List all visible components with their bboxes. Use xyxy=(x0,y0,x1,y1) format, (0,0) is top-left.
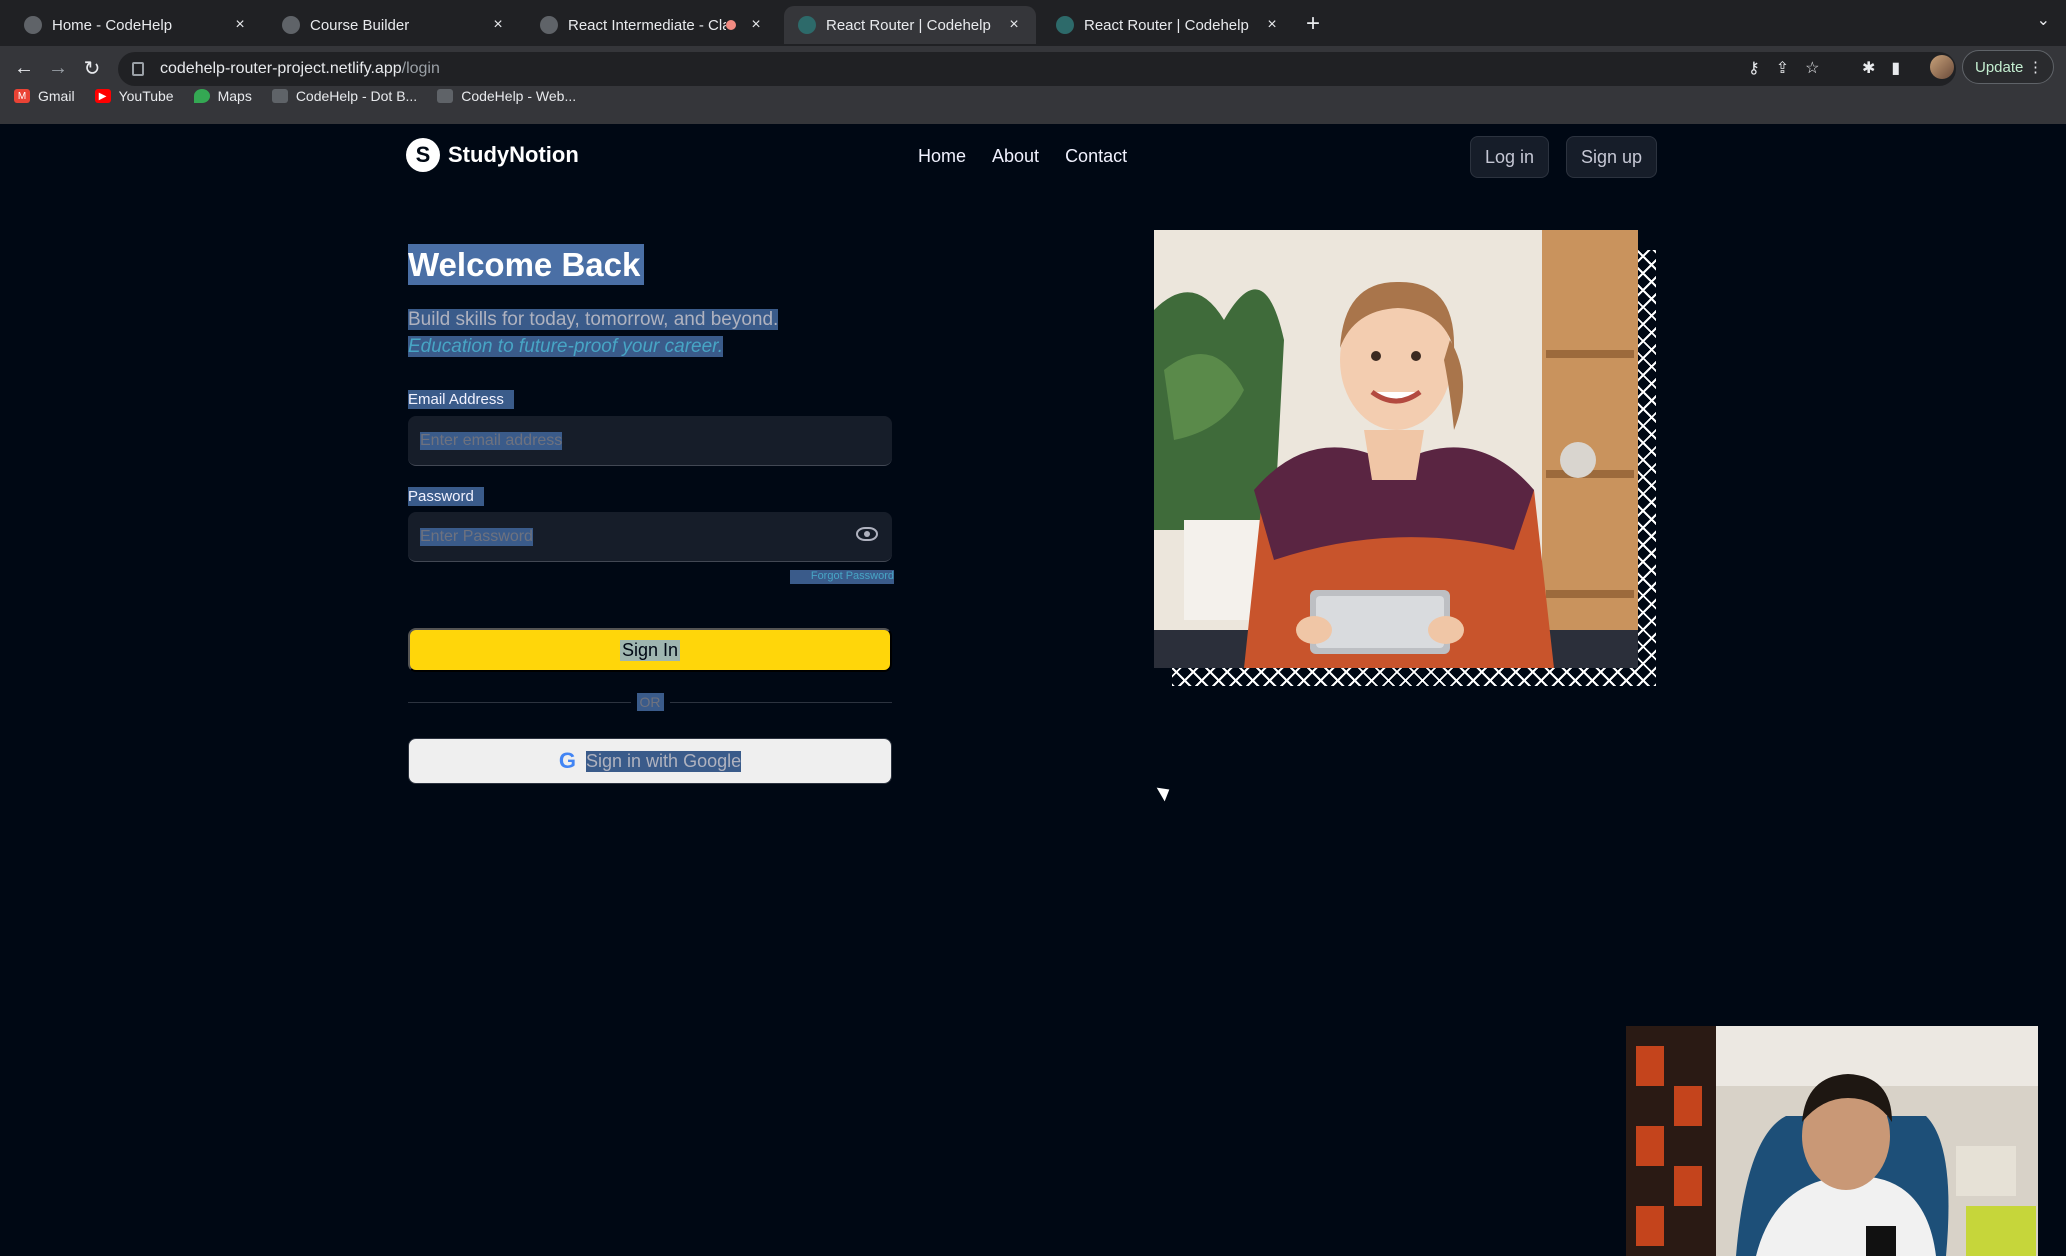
forgot-password-link[interactable]: Forgot Password xyxy=(790,570,894,584)
google-sign-in-button[interactable]: G Sign in with Google xyxy=(408,738,892,784)
site-logo[interactable]: S StudyNotion xyxy=(406,138,579,172)
divider-line xyxy=(669,701,892,703)
divider-line xyxy=(408,701,631,703)
maps-icon xyxy=(193,89,210,103)
nav-contact[interactable]: Contact xyxy=(1065,146,1127,167)
bookmark-label: YouTube xyxy=(118,88,174,104)
tab-title: React Router | Codehelp xyxy=(826,16,991,34)
extensions-icon[interactable]: ✱ xyxy=(1862,58,1875,78)
recording-icon xyxy=(726,20,736,30)
bookmark-codehelp-web[interactable]: CodeHelp - Web... xyxy=(437,88,576,104)
browser-tab[interactable]: Home - CodeHelp × xyxy=(10,6,262,44)
or-divider: OR xyxy=(408,692,892,712)
browser-tab-active[interactable]: React Router | Codehelp × xyxy=(784,6,1036,44)
youtube-icon: ▶ xyxy=(94,89,111,103)
google-sign-in-label: Sign in with Google xyxy=(586,750,742,772)
side-panel-icon[interactable]: ▮ xyxy=(1891,58,1900,78)
bookmark-codehelp-dotb[interactable]: CodeHelp - Dot B... xyxy=(271,88,418,104)
share-icon[interactable]: ⇪ xyxy=(1776,58,1789,78)
browser-tabstrip: Home - CodeHelp × Course Builder × React… xyxy=(0,0,2066,46)
update-button[interactable]: Update ⋮ xyxy=(1962,50,2054,84)
tab-search-chevron-icon[interactable]: ⌄ xyxy=(2037,10,2050,30)
browser-tab[interactable]: React Router | Codehelp × xyxy=(1042,6,1294,44)
hero-student-image xyxy=(1154,230,1638,668)
password-placeholder: Enter Password xyxy=(420,527,533,546)
bookmarks-bar: M Gmail ▶ YouTube Maps CodeHelp - Dot B.… xyxy=(14,88,576,104)
sign-in-button[interactable]: Sign In xyxy=(408,628,892,672)
close-tab-icon[interactable]: × xyxy=(232,16,248,34)
password-label: Password xyxy=(408,487,484,506)
codehelp-icon xyxy=(271,89,288,103)
login-description: Build skills for today, tomorrow, and be… xyxy=(408,306,828,360)
tab-title: Course Builder xyxy=(310,16,410,34)
codehelp-icon xyxy=(437,89,454,103)
sign-in-label: Sign In xyxy=(619,639,681,661)
login-page: S StudyNotion Home About Contact Log in … xyxy=(0,124,2066,1256)
bookmark-youtube[interactable]: ▶ YouTube xyxy=(94,88,174,104)
bookmark-label: Maps xyxy=(217,88,252,104)
logo-mark-icon: S xyxy=(406,138,440,172)
mouse-cursor-icon xyxy=(1156,782,1174,802)
browser-tab[interactable]: Course Builder × xyxy=(268,6,520,44)
description-line: Build skills for today, tomorrow, and be… xyxy=(408,309,779,330)
close-tab-icon[interactable]: × xyxy=(490,16,506,34)
password-field[interactable]: Enter Password xyxy=(408,512,892,562)
bookmark-gmail[interactable]: M Gmail xyxy=(14,88,75,104)
email-placeholder: Enter email address xyxy=(420,431,563,450)
forward-arrow-icon[interactable]: → xyxy=(44,54,72,82)
bookmark-label: CodeHelp - Web... xyxy=(461,88,577,104)
tab-title: React Router | Codehelp xyxy=(1084,16,1249,34)
bookmark-maps[interactable]: Maps xyxy=(193,88,252,104)
close-tab-icon[interactable]: × xyxy=(1264,16,1280,34)
nav-about[interactable]: About xyxy=(992,146,1039,167)
logo-text: StudyNotion xyxy=(448,142,579,167)
url-host: codehelp-router-project.netlify.app xyxy=(160,60,402,77)
bookmark-label: CodeHelp - Dot B... xyxy=(295,88,418,104)
nav-home[interactable]: Home xyxy=(918,146,966,167)
back-arrow-icon[interactable]: ← xyxy=(10,54,38,82)
star-icon[interactable]: ☆ xyxy=(1805,58,1819,78)
more-menu-icon[interactable]: ⋮ xyxy=(2028,58,2043,76)
react-favicon-icon xyxy=(1056,16,1074,34)
codehelp-favicon-icon xyxy=(24,16,42,34)
new-tab-plus-icon[interactable]: + xyxy=(1306,10,1320,38)
gmail-icon: M xyxy=(14,89,30,103)
address-bar[interactable]: codehelp-router-project.netlify.app/logi… xyxy=(118,52,1956,86)
page-title-text: Welcome Back xyxy=(408,244,645,285)
google-g-icon: G xyxy=(558,748,577,773)
email-field[interactable]: Enter email address xyxy=(408,416,892,466)
close-tab-icon[interactable]: × xyxy=(1006,16,1022,34)
lock-icon xyxy=(132,62,144,76)
class-favicon-icon xyxy=(540,16,558,34)
profile-avatar[interactable] xyxy=(1930,55,1954,79)
close-tab-icon[interactable]: × xyxy=(748,16,764,34)
description-highlight: Education to future-proof your career. xyxy=(408,336,724,357)
main-nav: Home About Contact xyxy=(918,146,1127,167)
url-path: /login xyxy=(401,60,440,77)
key-icon[interactable]: ⚷ xyxy=(1748,58,1760,78)
or-text: OR xyxy=(636,693,664,711)
eye-icon[interactable] xyxy=(856,527,878,541)
tab-title: Home - CodeHelp xyxy=(52,16,173,34)
webcam-overlay xyxy=(1626,1026,2038,1256)
browser-toolbar: ← → ↻ codehelp-router-project.netlify.ap… xyxy=(0,46,2066,124)
page-title: Welcome Back xyxy=(408,244,645,285)
course-builder-favicon-icon xyxy=(282,16,300,34)
reload-icon[interactable]: ↻ xyxy=(78,54,106,82)
bookmark-label: Gmail xyxy=(38,88,75,104)
email-label: Email Address xyxy=(408,390,514,409)
react-favicon-icon xyxy=(798,16,816,34)
update-label: Update xyxy=(1975,58,2024,76)
login-button[interactable]: Log in xyxy=(1470,136,1550,178)
tab-title: React Intermediate - Class xyxy=(568,16,726,34)
signup-button[interactable]: Sign up xyxy=(1566,136,1658,178)
browser-tab[interactable]: React Intermediate - Class × xyxy=(526,6,778,44)
